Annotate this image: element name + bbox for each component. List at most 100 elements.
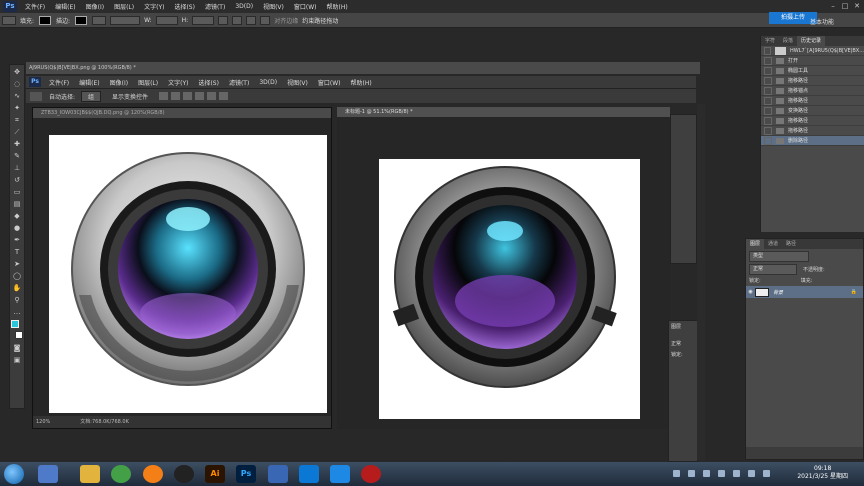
more-tools-icon[interactable]: …	[10, 307, 24, 317]
gradient-tool-icon[interactable]: ▤	[10, 199, 24, 209]
zoom-level[interactable]: 120%	[36, 416, 50, 428]
refresh-app-icon[interactable]	[111, 465, 131, 483]
document-1-tab[interactable]: ZTB33_IOW03CJB$$(QJB.DQ.png @ 120%(RGB/8…	[33, 108, 331, 118]
menu-item[interactable]: 选择(S)	[169, 2, 200, 11]
minimize-icon[interactable]: –	[828, 2, 838, 10]
layers-small-blend[interactable]: 正常	[669, 338, 697, 349]
menu-item[interactable]: 文件(F)	[44, 78, 74, 87]
history-item-checkbox[interactable]	[764, 86, 772, 95]
workspace-switcher[interactable]: 基本功能	[810, 17, 834, 26]
menu-item[interactable]: 图像(I)	[81, 2, 109, 11]
path-alignment-button[interactable]	[232, 15, 243, 25]
align-middle-button[interactable]	[171, 92, 181, 100]
history-tab[interactable]: 字符	[761, 36, 779, 46]
type-tool-icon[interactable]: T	[10, 247, 24, 257]
menu-item[interactable]: 图层(L)	[109, 2, 139, 11]
tray-icon[interactable]	[688, 470, 695, 477]
c4d-app-icon[interactable]	[174, 465, 194, 483]
history-item[interactable]: 打开	[761, 56, 864, 66]
document-2-tab[interactable]: 未标题-1 @ 51.1%(RGB/8) *	[337, 107, 670, 117]
menu-item[interactable]: 文字(Y)	[139, 2, 169, 11]
path-operations-button[interactable]	[218, 15, 229, 25]
lasso-tool-icon[interactable]: ∿	[10, 91, 24, 101]
pen-tool-icon[interactable]: ✒	[10, 235, 24, 245]
visibility-eye-icon[interactable]: ◉	[746, 289, 755, 295]
layer-row-background[interactable]: ◉ 背景 🔒	[746, 286, 863, 298]
tray-icon[interactable]	[733, 470, 740, 477]
history-item[interactable]: 拖移锚点	[761, 86, 864, 96]
align-bottom-button[interactable]	[183, 92, 193, 100]
history-item-checkbox[interactable]	[764, 56, 772, 65]
stroke-swatch[interactable]	[75, 15, 88, 25]
blur-tool-icon[interactable]: ◆	[10, 211, 24, 221]
photoshop-app-icon[interactable]: Ps	[236, 465, 256, 483]
path-selection-tool-icon[interactable]: ➤	[10, 259, 24, 269]
history-item[interactable]: 拖移路径	[761, 116, 864, 126]
healing-tool-icon[interactable]: ✚	[10, 139, 24, 149]
align-right-button[interactable]	[219, 92, 229, 100]
brush-tool-icon[interactable]: ✎	[10, 151, 24, 161]
history-item[interactable]: 拖移路径	[761, 126, 864, 136]
history-item-checkbox[interactable]	[764, 116, 772, 125]
history-item-checkbox[interactable]	[764, 96, 772, 105]
history-snapshot[interactable]: HWL7`[A]9RU5(Q$|B[VE|BX...	[761, 46, 864, 56]
history-item[interactable]: 椭圆工具	[761, 66, 864, 76]
eyedropper-tool-icon[interactable]: ⟋	[10, 127, 24, 137]
fill-swatch[interactable]	[39, 15, 52, 25]
menu-item[interactable]: 滤镜(T)	[200, 2, 230, 11]
history-brush-tool-icon[interactable]: ↺	[10, 175, 24, 185]
browser-app-icon[interactable]	[143, 465, 163, 483]
auto-select-checkbox[interactable]: 自动选择:	[49, 92, 75, 101]
menu-item[interactable]: 文件(F)	[20, 2, 50, 11]
stamp-tool-icon[interactable]: ⊥	[10, 163, 24, 173]
shape-tool-icon[interactable]: ◯	[10, 271, 24, 281]
tool-preset-picker[interactable]	[2, 15, 16, 25]
history-item-checkbox[interactable]	[764, 76, 772, 85]
tray-icon[interactable]	[718, 470, 725, 477]
menu-item[interactable]: 帮助(H)	[322, 2, 353, 11]
align-left-button[interactable]	[195, 92, 205, 100]
snapshot-checkbox[interactable]	[764, 46, 771, 55]
history-item-checkbox[interactable]	[764, 126, 772, 135]
history-tab[interactable]: 段落	[779, 36, 797, 46]
stroke-width-field[interactable]	[92, 15, 107, 25]
move-tool-icon[interactable]: ✥	[10, 67, 24, 77]
history-item[interactable]: 拖移路径	[761, 76, 864, 86]
layers-small-tab[interactable]: 图层	[669, 321, 697, 332]
baidu-app-icon[interactable]	[299, 465, 319, 483]
history-item[interactable]: 变换路径	[761, 106, 864, 116]
history-tab[interactable]: 历史记录	[797, 36, 826, 46]
quick-mask-icon[interactable]: ◙	[10, 343, 24, 353]
history-item-checkbox[interactable]	[764, 136, 772, 145]
tray-icon[interactable]	[673, 470, 680, 477]
align-top-button[interactable]	[159, 92, 169, 100]
magic-wand-tool-icon[interactable]: ✦	[10, 103, 24, 113]
maximize-icon[interactable]: □	[840, 2, 850, 10]
layers-tab[interactable]: 通道	[764, 239, 782, 249]
menu-item[interactable]: 视图(V)	[282, 78, 313, 87]
navigator-collapsed-panel[interactable]	[670, 114, 697, 264]
menu-item[interactable]: 编辑(E)	[50, 2, 80, 11]
align-edges-checkbox[interactable]: 对齐边缘	[274, 16, 298, 25]
height-field[interactable]	[192, 15, 215, 25]
zoom-tool-icon[interactable]: ⚲	[10, 295, 24, 305]
canvas-2[interactable]	[379, 159, 640, 419]
player-app-icon[interactable]	[361, 465, 381, 483]
background-color-swatch[interactable]	[10, 331, 24, 341]
history-item[interactable]: 删除路径	[761, 136, 864, 146]
screen-mode-icon[interactable]: ▣	[10, 355, 24, 365]
settings-gear-button[interactable]	[260, 15, 271, 25]
foreground-color-swatch[interactable]	[10, 319, 24, 329]
menu-item[interactable]: 3D(D)	[254, 79, 282, 86]
history-item-checkbox[interactable]	[764, 106, 772, 115]
eraser-tool-icon[interactable]: ▭	[10, 187, 24, 197]
menu-item[interactable]: 窗口(W)	[289, 2, 322, 11]
layers-tab[interactable]: 路径	[782, 239, 800, 249]
close-icon[interactable]: ✕	[852, 2, 862, 10]
stroke-type-dropdown[interactable]	[110, 15, 141, 25]
feishu-app-icon[interactable]	[268, 465, 288, 483]
move-tool-preset[interactable]	[30, 91, 42, 101]
auto-select-dropdown[interactable]: 组	[81, 90, 102, 102]
marquee-tool-icon[interactable]: ◌	[10, 79, 24, 89]
layers-collapsed-panel[interactable]: 图层 正常 锁定:	[668, 320, 698, 462]
